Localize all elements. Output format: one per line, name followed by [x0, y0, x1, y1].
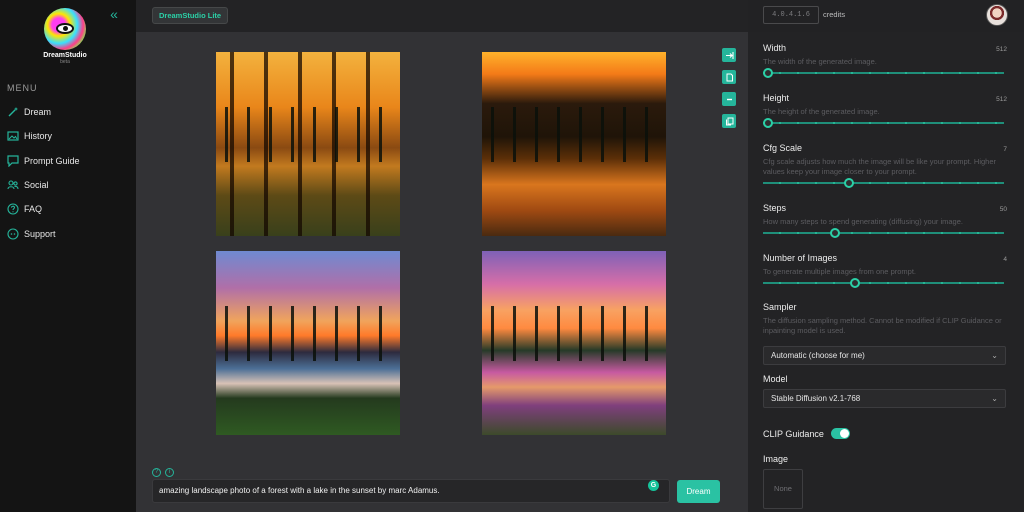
collapse-sidebar-icon[interactable]: «	[106, 6, 122, 22]
image-label: Image	[763, 454, 789, 464]
sampler-label: Sampler	[763, 302, 797, 312]
generated-image-1[interactable]	[216, 52, 400, 236]
sidebar-item-label: Prompt Guide	[24, 155, 80, 166]
info-icon[interactable]: i	[165, 468, 174, 477]
clip-guidance-row: CLIP Guidance	[763, 428, 850, 439]
width-description: The width of the generated image.	[763, 57, 877, 66]
steps-setting: Steps 50 How many steps to spend generati…	[763, 203, 1007, 238]
help-icon[interactable]: ?	[152, 468, 161, 477]
slider-thumb[interactable]	[829, 228, 840, 238]
slider-thumb[interactable]	[843, 178, 854, 188]
minus-icon[interactable]	[722, 92, 736, 106]
clip-guidance-toggle[interactable]	[830, 428, 850, 439]
num-images-value: 4	[1003, 256, 1007, 263]
sidebar-item-label: Dream	[24, 107, 52, 118]
file-icon[interactable]	[722, 70, 736, 84]
model-selected: Stable Diffusion v2.1-768	[771, 394, 861, 403]
logo-block: DreamStudio beta	[40, 8, 90, 65]
slider-thumb[interactable]	[763, 118, 773, 128]
num-images-label: Number of Images	[763, 253, 838, 263]
prompt-input[interactable]: amazing landscape photo of a forest with…	[152, 479, 670, 503]
chevron-down-icon: ⌄	[991, 394, 998, 403]
image-setting: Image	[763, 454, 1007, 464]
sidebar-item-label: History	[24, 131, 53, 142]
prompt-help-row: ? i	[152, 468, 174, 477]
height-setting: Height 512 The height of the generated im…	[763, 93, 1007, 128]
logo-subtitle: beta	[60, 59, 70, 65]
expand-icon[interactable]	[722, 48, 736, 62]
steps-label: Steps	[763, 203, 787, 213]
logo-title: DreamStudio	[43, 52, 87, 59]
model-setting: Model	[763, 374, 1007, 384]
sidebar-item-dream[interactable]: Dream	[6, 100, 132, 124]
sidebar: DreamStudio beta « MENU Dream History Pr…	[0, 0, 136, 512]
sidebar-nav: Dream History Prompt Guide Social FAQ Su…	[6, 100, 132, 246]
model-select[interactable]: Stable Diffusion v2.1-768 ⌄	[763, 389, 1006, 408]
init-image-dropzone[interactable]: None	[763, 469, 803, 509]
height-slider[interactable]	[763, 118, 1004, 128]
sampler-setting: Sampler The diffusion sampling method. C…	[763, 302, 1007, 336]
width-setting: Width 512 The width of the generated imag…	[763, 43, 1007, 78]
chevron-down-icon: ⌄	[991, 351, 998, 360]
sampler-selected: Automatic (choose for me)	[771, 351, 865, 360]
height-value: 512	[996, 96, 1007, 103]
avatar[interactable]	[986, 4, 1008, 26]
image-gallery-icon	[6, 130, 19, 143]
num-images-slider[interactable]	[763, 278, 1004, 288]
sidebar-item-faq[interactable]: FAQ	[6, 197, 132, 221]
cfg-value: 7	[1003, 146, 1007, 153]
sidebar-item-label: Social	[24, 180, 49, 191]
slider-thumb[interactable]	[763, 68, 773, 78]
dreamstudio-app: DreamStudio beta « MENU Dream History Pr…	[0, 0, 1024, 512]
cfg-label: Cfg Scale	[763, 143, 803, 153]
generated-image-3[interactable]	[216, 251, 400, 435]
slider-thumb[interactable]	[849, 278, 860, 288]
width-value: 512	[996, 46, 1007, 53]
credits-label: credits	[823, 10, 846, 19]
people-icon	[6, 179, 19, 192]
sidebar-item-support[interactable]: Support	[6, 221, 132, 245]
num-images-setting: Number of Images 4 To generate multiple i…	[763, 253, 1007, 288]
height-description: The height of the generated image.	[763, 107, 880, 116]
image-canvas: ? i amazing landscape photo of a forest …	[136, 32, 748, 512]
wand-icon	[6, 106, 19, 119]
model-label: Model	[763, 374, 788, 384]
cfg-description: Cfg scale adjusts how much the image wil…	[763, 157, 997, 176]
width-label: Width	[763, 43, 787, 53]
sidebar-item-label: FAQ	[24, 204, 43, 215]
sidebar-item-prompt-guide[interactable]: Prompt Guide	[6, 149, 132, 173]
menu-title: MENU	[7, 83, 38, 93]
steps-slider[interactable]	[763, 228, 1004, 238]
brand-badge[interactable]: DreamStudio Lite	[152, 7, 229, 24]
dreamstudio-logo-icon[interactable]	[44, 8, 86, 50]
discord-icon	[6, 227, 19, 240]
clip-guidance-label: CLIP Guidance	[763, 428, 824, 439]
question-circle-icon	[6, 203, 19, 216]
sampler-description: The diffusion sampling method. Cannot be…	[763, 316, 1002, 335]
settings-panel: Width 512 The width of the generated imag…	[748, 32, 1024, 512]
dream-button[interactable]: Dream	[677, 480, 720, 503]
sampler-select[interactable]: Automatic (choose for me) ⌄	[763, 346, 1006, 365]
quote-bubble-icon	[6, 154, 19, 167]
steps-description: How many steps to spend generating (diff…	[763, 217, 963, 226]
credits-value: 4.0.4.1.6	[763, 6, 819, 24]
num-images-description: To generate multiple images from one pro…	[763, 267, 916, 276]
sidebar-item-history[interactable]: History	[6, 124, 132, 148]
generated-image-2[interactable]	[482, 52, 666, 236]
height-label: Height	[763, 93, 790, 103]
steps-value: 50	[999, 206, 1007, 213]
generated-image-4[interactable]	[482, 251, 666, 435]
width-slider[interactable]	[763, 68, 1004, 78]
copy-icon[interactable]	[722, 114, 736, 128]
grammarly-icon[interactable]: G	[648, 480, 659, 491]
image-toolbar	[722, 48, 736, 136]
sidebar-item-social[interactable]: Social	[6, 173, 132, 197]
sidebar-item-label: Support	[24, 228, 56, 239]
top-bar: DreamStudio Lite	[136, 0, 748, 32]
cfg-setting: Cfg Scale 7 Cfg scale adjusts how much th…	[763, 143, 1007, 188]
cfg-slider[interactable]	[763, 178, 1004, 188]
